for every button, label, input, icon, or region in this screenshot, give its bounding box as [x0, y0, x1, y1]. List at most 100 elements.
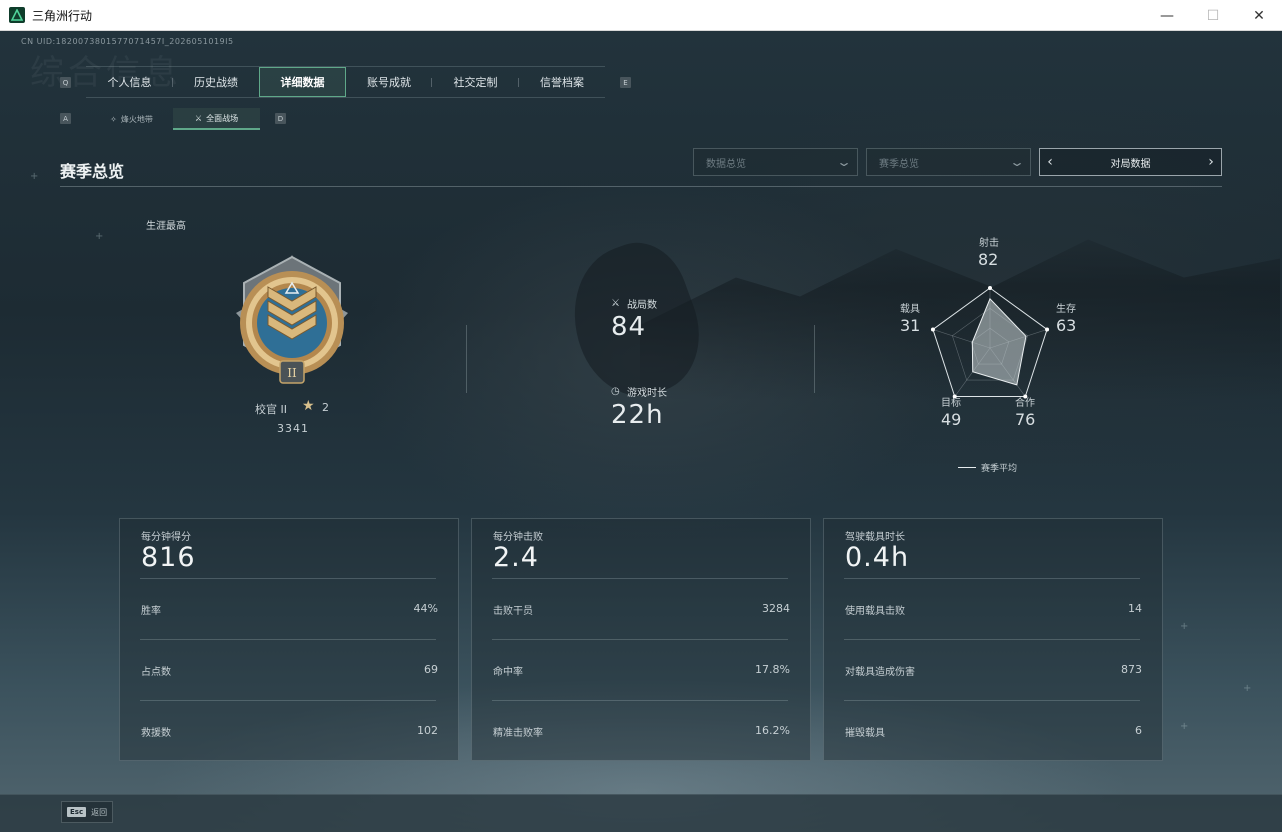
- stat-label: 击败干员: [493, 606, 533, 617]
- tab-social-custom[interactable]: 社交定制: [432, 67, 519, 97]
- radar-value-objective: 49: [941, 410, 962, 429]
- season-overview-dropdown[interactable]: 赛季总览 ⌄: [866, 148, 1031, 176]
- tab-prev-key-hint[interactable]: Q: [60, 77, 71, 88]
- tab-detailed-data[interactable]: 详细数据: [259, 67, 346, 97]
- app-logo-icon: [9, 7, 25, 23]
- clock-icon: ◷: [611, 386, 620, 397]
- kills-card: 每分钟击败 2.4 击败干员 3284 命中率 17.8% 精准击败率 16.2…: [471, 518, 811, 761]
- card-value: 0.4h: [845, 542, 910, 573]
- radar-label-shooting: 射击: [979, 238, 999, 249]
- stat-value: 44%: [413, 602, 438, 615]
- stat-label: 使用载具击败: [845, 606, 905, 617]
- decor-plus: +: [1180, 721, 1189, 732]
- decor-plus: +: [1243, 683, 1252, 694]
- chevron-down-icon: ⌄: [835, 155, 853, 169]
- tab-reputation[interactable]: 信誉档案: [519, 67, 605, 97]
- stat-value: 873: [1121, 663, 1142, 676]
- radar-vertex-dot: [1023, 394, 1028, 399]
- divider: [466, 325, 467, 393]
- radar-value-teamwork: 76: [1015, 410, 1036, 429]
- card-divider: [140, 700, 436, 701]
- stat-label: 摧毁载具: [845, 728, 885, 739]
- card-title: 驾驶载具时长: [845, 532, 905, 543]
- radar-chart: [930, 286, 1050, 399]
- diamond-icon: ✧: [110, 114, 117, 124]
- subtab-hazard-zone[interactable]: ✧ 烽火地带: [90, 108, 173, 130]
- maximize-button[interactable]: ☐: [1190, 0, 1236, 31]
- matches-label-text: 战局数: [627, 300, 657, 311]
- stat-value: 14: [1128, 602, 1142, 615]
- stat-label: 救援数: [141, 728, 171, 739]
- card-divider: [844, 700, 1140, 701]
- subtab-label: 全面战场: [206, 113, 239, 123]
- decor-plus: +: [95, 231, 104, 242]
- stat-label: 对载具造成伤害: [845, 667, 915, 678]
- section-title: 赛季总览: [60, 162, 125, 181]
- stat-value: 69: [424, 663, 438, 676]
- decor-plus: +: [30, 171, 39, 182]
- chevron-right-icon[interactable]: ›: [1201, 154, 1221, 170]
- card-divider: [492, 700, 788, 701]
- stat-label: 占点数: [141, 667, 171, 678]
- radar-value-vehicle: 31: [900, 316, 921, 335]
- radar-value-shooting: 82: [978, 250, 999, 269]
- crossed-swords-icon: ⚔: [194, 113, 203, 123]
- subtab-all-out-warfare[interactable]: ⚔ 全面战场: [173, 108, 260, 130]
- career-highest-label: 生涯最高: [146, 221, 186, 232]
- mode-tab-bar: ✧ 烽火地带 ⚔ 全面战场: [90, 108, 260, 130]
- radar-vertex-dot: [930, 327, 935, 332]
- chevron-down-icon: ⌄: [1008, 155, 1026, 169]
- main-tab-bar: 个人信息 历史战绩 详细数据 账号成就 社交定制 信誉档案: [86, 66, 605, 98]
- svg-text:II: II: [287, 366, 297, 380]
- window-title-bar: 三角洲行动 — ☐ ✕: [0, 0, 1282, 31]
- tab-match-history[interactable]: 历史战绩: [173, 67, 259, 97]
- matches-label: ⚔ 战局数: [611, 296, 657, 311]
- tab-achievements[interactable]: 账号成就: [346, 67, 432, 97]
- card-value: 816: [141, 542, 196, 573]
- card-value: 2.4: [493, 542, 539, 573]
- rank-medal-icon: II: [222, 253, 362, 393]
- esc-key-icon: Esc: [67, 807, 87, 817]
- card-title: 每分钟击败: [493, 532, 543, 543]
- tab-next-key-hint[interactable]: E: [620, 77, 631, 88]
- card-title: 每分钟得分: [141, 532, 191, 543]
- rank-name: 校官 II: [255, 403, 287, 416]
- data-overview-dropdown[interactable]: 数据总览 ⌄: [693, 148, 858, 176]
- card-divider: [844, 639, 1140, 640]
- match-data-label: 对局数据: [1110, 158, 1151, 170]
- radar-vertex-dot: [988, 286, 992, 290]
- radar-legend: 赛季平均: [958, 461, 1017, 474]
- subtab-next-key-hint[interactable]: D: [275, 113, 286, 124]
- card-divider: [492, 578, 788, 579]
- stat-label: 命中率: [493, 667, 523, 678]
- playtime-value: 22h: [611, 400, 664, 430]
- dropdown-value: 数据总览: [706, 158, 746, 170]
- subtab-prev-key-hint[interactable]: A: [60, 113, 71, 124]
- stat-label: 精准击败率: [493, 728, 543, 739]
- chevron-left-icon[interactable]: ‹: [1040, 154, 1060, 170]
- radar-label-vehicle: 载具: [900, 304, 920, 315]
- minimize-button[interactable]: —: [1144, 0, 1190, 31]
- divider: [814, 325, 815, 393]
- vehicle-card: 驾驶载具时长 0.4h 使用载具击败 14 对载具造成伤害 873 摧毁载具 6: [823, 518, 1163, 761]
- radar-value-area: [971, 297, 1027, 386]
- stat-label: 胜率: [141, 606, 161, 617]
- bottom-bar: [0, 794, 1282, 832]
- card-divider: [140, 578, 436, 579]
- crossed-swords-icon: ⚔: [611, 298, 620, 309]
- match-data-button[interactable]: ‹ 对局数据 ›: [1039, 148, 1222, 176]
- back-button[interactable]: Esc 返回: [61, 801, 114, 823]
- matches-value: 84: [611, 312, 647, 342]
- subtab-label: 烽火地带: [120, 114, 153, 124]
- stat-value: 102: [417, 724, 438, 737]
- rank-star-count: 2: [322, 401, 329, 414]
- window-title: 三角洲行动: [32, 8, 93, 23]
- close-button[interactable]: ✕: [1236, 0, 1282, 31]
- stat-value: 3284: [762, 602, 790, 615]
- radar-vertex-dot: [1045, 327, 1050, 332]
- legend-label: 赛季平均: [981, 464, 1018, 474]
- section-divider: [60, 186, 1222, 187]
- playtime-label: ◷ 游戏时长: [611, 384, 667, 399]
- legend-line: [958, 467, 976, 468]
- tab-personal-info[interactable]: 个人信息: [86, 67, 173, 97]
